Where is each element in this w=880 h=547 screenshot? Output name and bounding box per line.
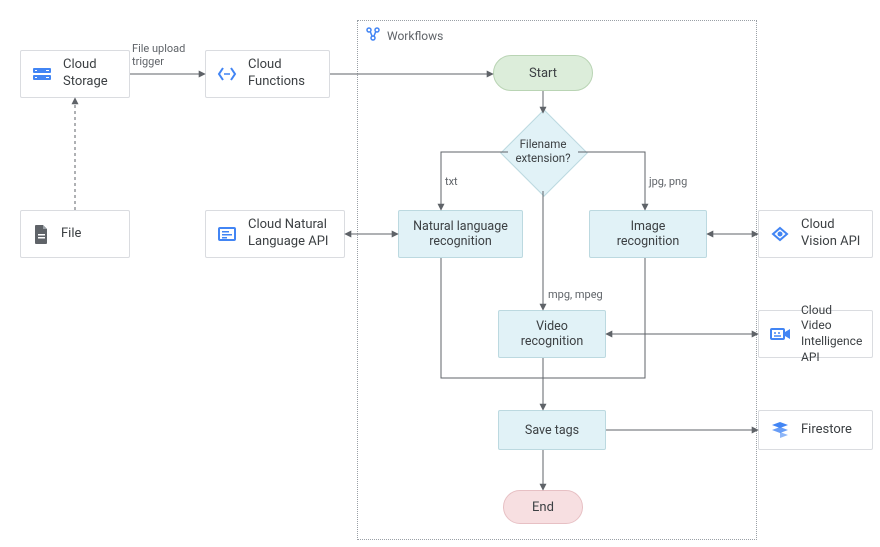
workflows-label: Workflows	[365, 26, 443, 45]
node-cloud-nl-api: Cloud Natural Language API	[205, 210, 345, 258]
node-end: End	[503, 490, 583, 524]
edge-label-txt: txt	[445, 175, 458, 188]
node-label: Cloud Functions	[248, 57, 305, 91]
node-video-recognition: Video recognition	[498, 310, 606, 358]
node-label: File	[61, 226, 81, 243]
node-label: Filename extension?	[515, 138, 570, 166]
node-label: End	[532, 500, 554, 515]
node-label: Image recognition	[617, 219, 680, 249]
workflows-container	[357, 20, 757, 540]
node-label: Cloud Vision API	[801, 217, 860, 251]
workflows-icon	[365, 26, 381, 45]
diagram-canvas: { "workflows_label": "Workflows", "nodes…	[0, 0, 880, 547]
node-cloud-functions: Cloud Functions	[205, 50, 330, 98]
file-icon	[31, 223, 51, 245]
edge-label-file-upload: File upload trigger	[132, 42, 185, 68]
node-label: Start	[529, 66, 557, 81]
edge-label-jpg-png: jpg, png	[649, 175, 687, 188]
node-label: Cloud Natural Language API	[248, 217, 328, 251]
node-label: Cloud Storage	[63, 57, 108, 91]
node-cloud-video-api: Cloud Video Intelligence API	[758, 310, 873, 358]
node-label: Video recognition	[521, 319, 584, 349]
cloud-video-icon	[769, 323, 791, 345]
cloud-functions-icon	[216, 63, 238, 85]
workflows-text: Workflows	[387, 29, 443, 43]
node-cloud-vision-api: Cloud Vision API	[758, 210, 873, 258]
node-file: File	[20, 210, 130, 258]
firestore-icon	[769, 419, 791, 441]
node-save-tags: Save tags	[498, 410, 606, 450]
node-cloud-storage: Cloud Storage	[20, 50, 130, 98]
node-label: Save tags	[525, 423, 579, 438]
cloud-storage-icon	[31, 63, 53, 85]
node-filename-extension: Filename extension?	[501, 110, 585, 194]
cloud-nl-icon	[216, 223, 238, 245]
node-label: Firestore	[801, 422, 852, 439]
node-start: Start	[493, 55, 593, 91]
cloud-vision-icon	[769, 223, 791, 245]
node-firestore: Firestore	[758, 410, 873, 450]
edge-label-mpg-mpeg: mpg, mpeg	[548, 288, 603, 301]
node-label: Natural language recognition	[413, 219, 508, 249]
node-label: Cloud Video Intelligence API	[801, 303, 862, 365]
node-image-recognition: Image recognition	[589, 210, 707, 258]
node-nl-recognition: Natural language recognition	[398, 210, 523, 258]
